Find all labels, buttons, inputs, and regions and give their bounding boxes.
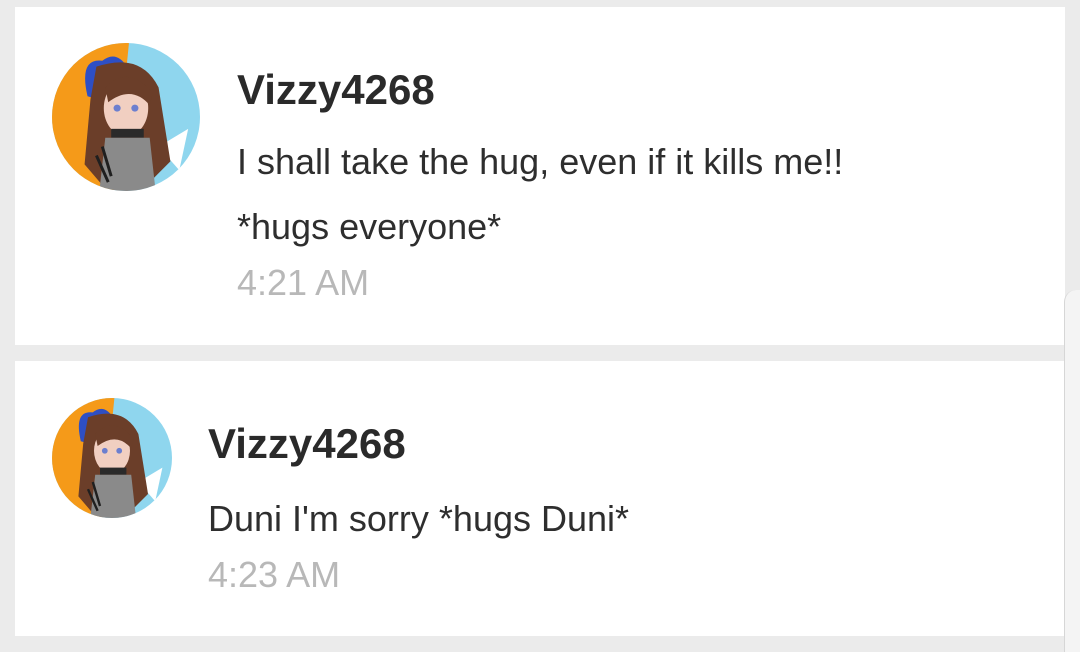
comment-message: I shall take the hug, even if it kills m… [237, 129, 843, 259]
comment-card: Vizzy4268 I shall take the hug, even if … [15, 7, 1065, 345]
comment-timestamp: 4:23 AM [208, 554, 341, 595]
avatar-image [52, 43, 200, 191]
avatar-image [52, 398, 172, 518]
user-avatar[interactable] [52, 398, 172, 518]
user-avatar[interactable] [52, 43, 200, 191]
comment-card: Vizzy4268 Duni I'm sorry *hugs Duni* 4:2… [15, 361, 1065, 636]
comment-message-line: I shall take the hug, even if it kills m… [237, 141, 844, 182]
comment-username[interactable]: Vizzy4268 [237, 69, 435, 111]
comment-message: Duni I'm sorry *hugs Duni* [208, 486, 629, 551]
comment-message-line: Duni I'm sorry *hugs Duni* [208, 498, 630, 539]
scrollbar-edge[interactable] [1064, 290, 1080, 652]
comment-message-line: *hugs everyone* [237, 206, 502, 247]
comment-timestamp: 4:21 AM [237, 262, 370, 303]
comment-username[interactable]: Vizzy4268 [208, 423, 406, 465]
